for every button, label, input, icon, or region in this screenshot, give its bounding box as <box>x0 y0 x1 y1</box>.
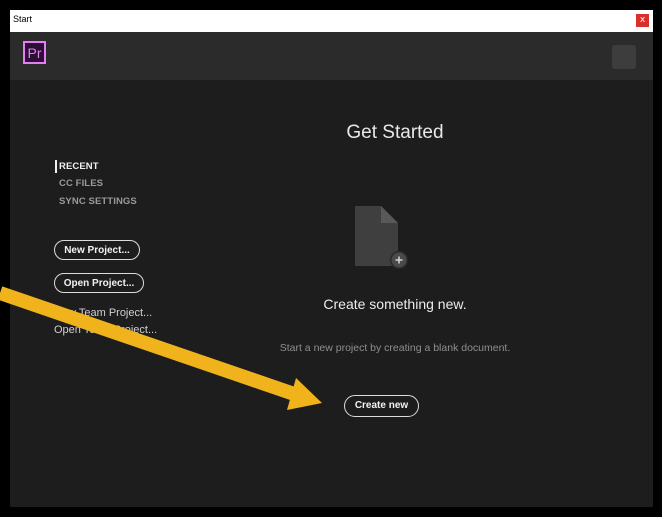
open-team-project-link[interactable]: Open Team Project... <box>54 324 157 336</box>
title-bar: Start x <box>10 10 653 32</box>
account-avatar-button[interactable] <box>612 45 636 69</box>
nav-item-sync-settings[interactable]: SYNC SETTINGS <box>59 196 137 207</box>
start-window: Start x Pr RECENT CC FILES SYNC SETTINGS… <box>10 10 653 507</box>
close-button[interactable]: x <box>636 14 649 27</box>
nav-item-cc-files[interactable]: CC FILES <box>59 178 103 189</box>
app-logo-text: Pr <box>27 45 42 61</box>
open-project-button[interactable]: Open Project... <box>54 273 144 293</box>
sidebar: RECENT CC FILES SYNC SETTINGS New Projec… <box>10 80 180 507</box>
empty-state-description: Start a new project by creating a blank … <box>279 342 511 354</box>
main-panel: Get Started Create something new. Start … <box>180 80 653 507</box>
active-nav-indicator <box>55 160 57 173</box>
window-title: Start <box>13 14 33 24</box>
page-title: Get Started <box>346 122 444 143</box>
new-document-icon <box>355 206 408 269</box>
empty-state-heading: Create something new. <box>323 296 467 312</box>
premiere-logo-icon: Pr <box>23 41 46 64</box>
new-project-button[interactable]: New Project... <box>54 240 140 260</box>
app-header: Pr <box>10 32 653 80</box>
new-team-project-link[interactable]: New Team Project... <box>54 307 152 319</box>
nav-item-recent[interactable]: RECENT <box>59 161 99 172</box>
create-new-button[interactable]: Create new <box>344 395 419 417</box>
